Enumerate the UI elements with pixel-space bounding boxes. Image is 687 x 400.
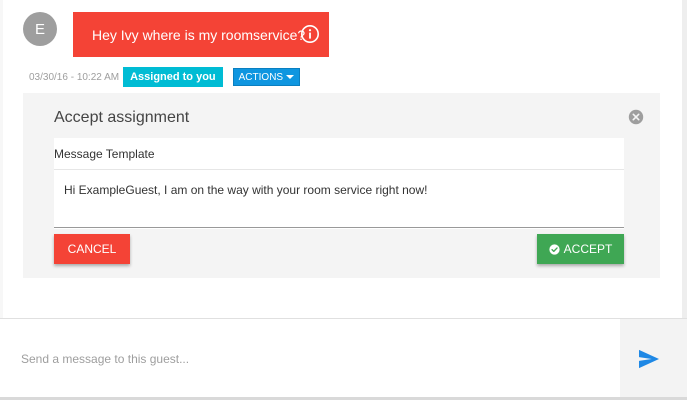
avatar-initial: E [34, 20, 45, 38]
accept-button[interactable]: ACCEPT [537, 234, 624, 264]
info-circle-icon[interactable] [300, 24, 320, 44]
template-label-text: Message Template [54, 146, 155, 161]
accept-assignment-panel: Accept assignment Message Template Hi Ex… [23, 93, 660, 278]
cancel-button[interactable]: CANCEL [54, 234, 130, 264]
actions-label: ACTIONS [238, 71, 284, 83]
assigned-badge: Assigned to you [123, 67, 223, 87]
guest-avatar: E [23, 12, 57, 46]
message-composer [0, 318, 687, 400]
message-template-box: Message Template Hi ExampleGuest, I am o… [54, 138, 624, 229]
send-icon [638, 349, 659, 368]
guest-message-bubble: Hey Ivy where is my roomservice? [73, 12, 329, 57]
cancel-label: CANCEL [67, 242, 117, 256]
message-timestamp: 03/30/16 - 10:22 AM [29, 71, 120, 83]
left-edge [0, 0, 3, 318]
actions-dropdown-button[interactable]: ACTIONS [232, 68, 301, 86]
message-text: Hey Ivy where is my roomservice? [92, 26, 306, 43]
accept-label: ACCEPT [563, 242, 613, 256]
message-input[interactable] [4, 319, 620, 398]
message-meta: 03/30/16 - 10:22 AM Assigned to you ACTI… [29, 67, 301, 87]
chat-view: E Hey Ivy where is my roomservice? 03/30… [0, 0, 687, 400]
message-template-label: Message Template [54, 138, 624, 170]
close-circle-icon[interactable] [628, 109, 644, 125]
message-template-text[interactable]: Hi ExampleGuest, I am on the way with yo… [54, 171, 624, 228]
scrollbar-track[interactable] [682, 0, 687, 318]
send-button[interactable] [620, 319, 687, 398]
panel-title: Accept assignment [54, 109, 190, 126]
check-circle-icon [549, 243, 560, 255]
caret-down-icon [286, 75, 295, 79]
